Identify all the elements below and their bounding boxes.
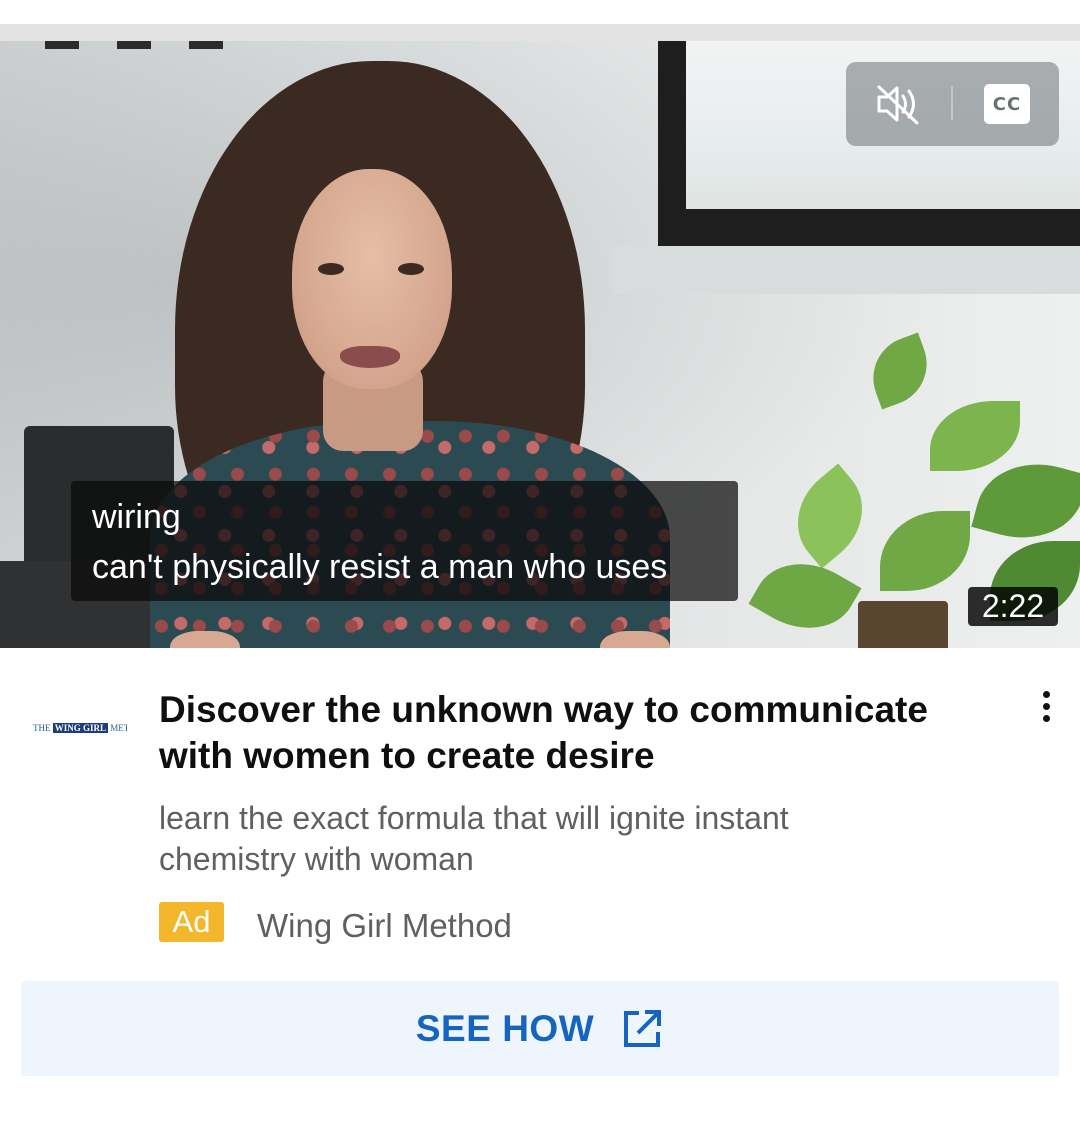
logo-word: WING GIRL (52, 723, 109, 733)
caption-line: can't physically resist a man who uses (92, 548, 668, 586)
presenter-hand (600, 631, 670, 648)
cc-label: CC (992, 93, 1022, 115)
controls-divider (951, 86, 953, 120)
presenter-eye (318, 263, 344, 275)
background-sign: ▬▬▬ (45, 41, 261, 58)
background-window-sill (612, 246, 1080, 294)
caption-line: wiring (92, 498, 181, 536)
presenter-hand (170, 631, 240, 648)
channel-logo[interactable]: THE WING GIRL METHOD (33, 717, 127, 739)
volume-muted-icon (877, 85, 919, 125)
advertiser-name[interactable]: Wing Girl Method (257, 906, 512, 946)
video-duration: 2:22 (968, 587, 1058, 626)
logo-word: THE (33, 723, 51, 733)
ad-description: learn the exact formula that will ignite… (159, 800, 789, 877)
channel-logo-text: THE WING GIRL METHOD (33, 721, 127, 735)
presenter-mouth (340, 346, 400, 368)
presenter-eye (398, 263, 424, 275)
ad-badge: Ad (159, 902, 224, 942)
captions-button[interactable]: CC (983, 82, 1031, 126)
ad-title[interactable]: Discover the unknown way to communicate … (159, 687, 979, 779)
more-vertical-icon (1042, 690, 1050, 722)
logo-word: METHOD (110, 723, 127, 733)
more-options-button[interactable] (1026, 684, 1066, 728)
status-area (0, 0, 1080, 24)
cc-icon: CC (984, 84, 1030, 124)
mute-button[interactable] (869, 79, 927, 129)
cta-label: SEE HOW (415, 1007, 595, 1049)
open-external-icon (620, 1007, 664, 1051)
top-divider (0, 24, 1080, 41)
plant-pot (858, 601, 948, 648)
caption-box: wiring can't physically resist a man who… (71, 481, 738, 601)
see-how-button[interactable]: SEE HOW (21, 981, 1059, 1076)
